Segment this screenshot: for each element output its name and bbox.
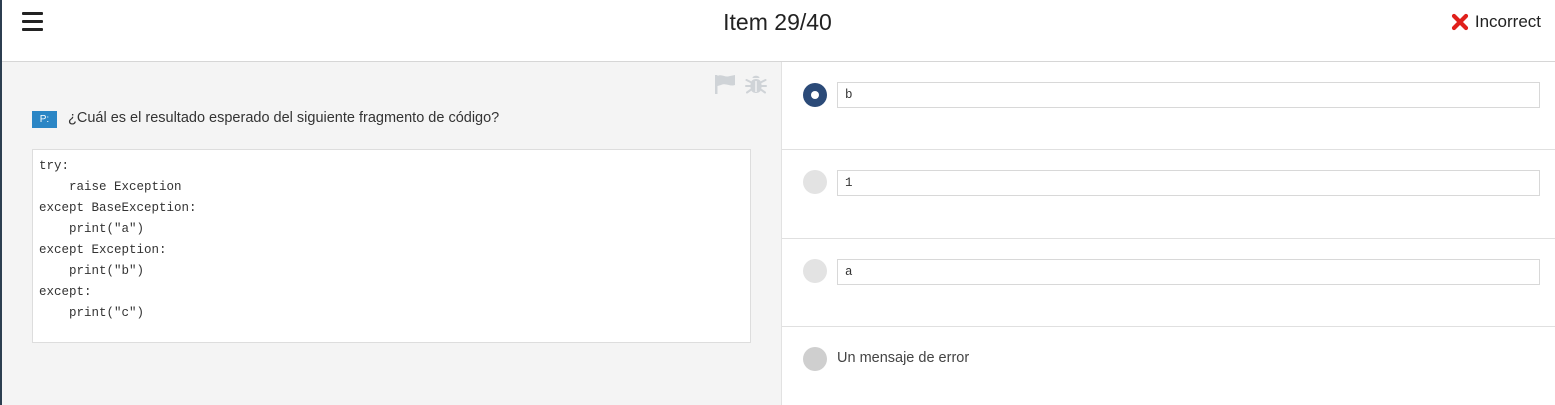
answer-option[interactable]: 1 — [782, 150, 1555, 239]
answer-field[interactable]: a — [837, 259, 1540, 285]
header-bar: Item 29/40 Incorrect — [0, 0, 1555, 62]
answer-radio-selected[interactable] — [803, 83, 827, 107]
answer-option[interactable]: b — [782, 62, 1555, 150]
code-snippet-box: try: raise Exception except BaseExceptio… — [32, 149, 751, 343]
bug-icon[interactable] — [745, 72, 767, 95]
answers-panel: b 1 a Un mensaje de error — [781, 62, 1555, 405]
answer-text[interactable]: Un mensaje de error — [837, 350, 969, 366]
question-badge: P: — [32, 111, 57, 128]
flag-icon[interactable] — [713, 73, 737, 95]
status-label: Incorrect — [1474, 12, 1541, 31]
answer-radio[interactable] — [803, 347, 827, 371]
answer-option[interactable]: a — [782, 239, 1555, 327]
answer-radio[interactable] — [803, 259, 827, 283]
question-panel: P: ¿Cuál es el resultado esperado del si… — [2, 62, 781, 405]
question-text: ¿Cuál es el resultado esperado del sigui… — [68, 110, 500, 126]
answer-radio[interactable] — [803, 170, 827, 194]
code-snippet: try: raise Exception except BaseExceptio… — [39, 159, 197, 320]
item-counter-title: Item 29/40 — [723, 9, 832, 35]
answer-field[interactable]: 1 — [837, 170, 1540, 196]
window-left-border — [0, 0, 2, 405]
answer-option[interactable]: Un mensaje de error — [782, 327, 1555, 405]
result-status: Incorrect — [1451, 12, 1541, 32]
answer-field[interactable]: b — [837, 82, 1540, 108]
x-cross-icon — [1451, 13, 1468, 31]
